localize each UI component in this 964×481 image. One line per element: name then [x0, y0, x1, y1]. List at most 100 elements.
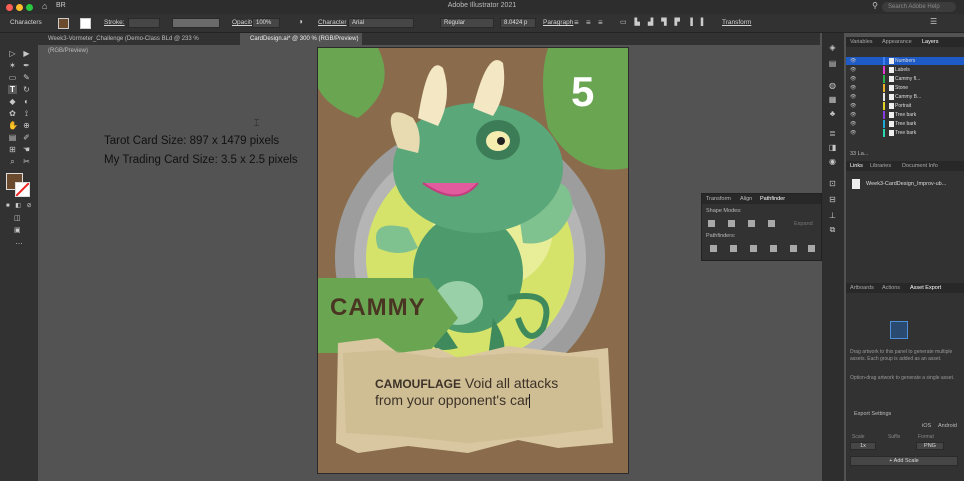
shape-builder-tool-icon[interactable]: ⊕	[22, 121, 31, 130]
tab-asset-export[interactable]: Asset Export	[910, 285, 941, 291]
recolor-icon[interactable]: ◑	[298, 17, 303, 26]
symbols-panel-icon[interactable]: ⊡	[828, 179, 837, 188]
pencil-tool-icon[interactable]: ✎	[22, 73, 31, 82]
swatches-panel-icon[interactable]: ▦	[828, 95, 837, 104]
eyedropper-tool-icon[interactable]: ✐	[22, 133, 31, 142]
transform-panel-icon[interactable]: ⧉	[828, 225, 837, 234]
tab-libraries[interactable]: Libraries	[870, 163, 891, 169]
transform-link[interactable]: Transform	[722, 19, 751, 26]
layer-row[interactable]: 👁 Stone	[846, 84, 964, 92]
stroke-panel-icon[interactable]: ≣	[828, 129, 837, 138]
warp-tool-icon[interactable]: ✋	[8, 121, 18, 130]
appearance-panel-icon[interactable]: ◉	[828, 157, 837, 166]
align-left-icon[interactable]: ≡	[574, 18, 579, 27]
shaper-tool-icon[interactable]: ◆	[8, 97, 17, 106]
stroke-color-swatch[interactable]	[15, 182, 30, 197]
tab-variables[interactable]: Variables	[850, 39, 873, 45]
merge-icon[interactable]	[750, 245, 757, 252]
crop-icon[interactable]	[770, 245, 777, 252]
tab-transform[interactable]: Transform	[706, 196, 731, 202]
canvas-note-tarot-size[interactable]: Tarot Card Size: 897 x 1479 pixels	[104, 135, 279, 147]
slice-tool-icon[interactable]: ✂	[22, 157, 31, 166]
fill-swatch[interactable]	[58, 18, 69, 29]
hand-tool-icon[interactable]: ☚	[22, 145, 31, 154]
properties-panel-icon[interactable]: ◈	[828, 43, 837, 52]
canvas-note-trading-size[interactable]: My Trading Card Size: 3.5 x 2.5 pixels	[104, 154, 298, 166]
expand-button[interactable]: Expand	[794, 221, 813, 227]
gradient-tool-icon[interactable]: ▤	[8, 133, 17, 142]
tab-align[interactable]: Align	[740, 196, 752, 202]
tab-artboards[interactable]: Artboards	[850, 285, 874, 291]
variable-width-field[interactable]	[172, 18, 220, 28]
exclude-icon[interactable]	[768, 220, 775, 227]
brushes-panel-icon[interactable]: ♣	[828, 109, 837, 118]
outline-icon[interactable]	[790, 245, 797, 252]
pen-tool-icon[interactable]: ✒	[22, 61, 31, 70]
tab-links[interactable]: Links	[850, 163, 863, 169]
tab-appearance[interactable]: Appearance	[882, 39, 912, 45]
libraries-panel-icon[interactable]: ▤	[828, 59, 837, 68]
artboard-card[interactable]: 5 CAMMY CAMOUFLAGE Void all attacks from…	[317, 47, 629, 474]
align-center-icon[interactable]: ≡	[586, 18, 591, 27]
eraser-tool-icon[interactable]: ◐	[22, 97, 31, 106]
stroke-swatch[interactable]	[80, 18, 91, 29]
tab-layers[interactable]: Layers	[922, 39, 939, 45]
scale-select[interactable]: 1x	[850, 442, 876, 450]
layer-row[interactable]: 👁 Cammy fl...	[846, 75, 964, 83]
tab-actions[interactable]: Actions	[882, 285, 900, 291]
graphic-styles-icon[interactable]: ⊟	[828, 195, 837, 204]
gradient-panel-icon[interactable]: ◨	[828, 143, 837, 152]
ios-option[interactable]: iOS	[922, 423, 931, 429]
minus-front-icon[interactable]	[728, 220, 735, 227]
card-name[interactable]: CAMMY	[330, 294, 426, 322]
stroke-weight-field[interactable]	[128, 18, 160, 28]
zoom-tool-icon[interactable]: ⌕	[8, 157, 17, 166]
direct-selection-tool-icon[interactable]: ▶	[22, 49, 31, 58]
tab-document-info[interactable]: Document Info	[902, 163, 938, 169]
opacity-field[interactable]: 100%	[252, 18, 280, 28]
tab-card-design[interactable]: CardDesign.ai* @ 300 % (RGB/Preview)	[240, 33, 362, 45]
minus-back-icon[interactable]	[808, 245, 815, 252]
selection-tool-icon[interactable]: ▷	[8, 49, 17, 58]
color-panel-icon[interactable]: ◍	[828, 81, 837, 90]
layer-row[interactable]: 👁 Labels	[846, 66, 964, 74]
paragraph-link[interactable]: Paragraph	[543, 19, 573, 26]
align-objects-icons[interactable]: ▭ ▙ ▟ ▜ ▛ ▐ ▌	[620, 18, 709, 26]
type-tool-icon[interactable]: T	[8, 85, 17, 94]
font-family-field[interactable]: Arial	[348, 18, 414, 28]
add-scale-button[interactable]: + Add Scale	[850, 456, 958, 466]
blob-brush-tool-icon[interactable]: ✿	[8, 109, 17, 118]
format-select[interactable]: PNG	[916, 442, 944, 450]
layer-row[interactable]: 👁 Tree bark	[846, 111, 964, 119]
align-panel-icon[interactable]: ⊥	[828, 211, 837, 220]
trim-icon[interactable]	[730, 245, 737, 252]
android-option[interactable]: Android	[938, 423, 957, 429]
search-help-input[interactable]: Search Adobe Help	[882, 2, 956, 12]
align-right-icon[interactable]: ≡	[598, 18, 603, 27]
more-tools-icon[interactable]: …	[15, 237, 23, 246]
drawing-mode-icon[interactable]: ◫	[14, 214, 21, 222]
linked-file-name[interactable]: Week3-CardDesign_Improv-ub...	[866, 181, 946, 187]
divide-icon[interactable]	[710, 245, 717, 252]
font-size-field[interactable]: 8.0424 p	[500, 18, 536, 28]
magic-wand-tool-icon[interactable]: ✶	[8, 61, 17, 70]
layer-row[interactable]: 👁 Numbers	[846, 57, 964, 65]
layer-row[interactable]: 👁 Tree bark	[846, 129, 964, 137]
color-mode-icons[interactable]: ■ ◧ ⊘	[6, 202, 34, 209]
rotate-tool-icon[interactable]: ↻	[22, 85, 31, 94]
rectangle-tool-icon[interactable]: ▭	[8, 73, 17, 82]
arrange-icon[interactable]: ☰	[930, 17, 937, 26]
layer-row[interactable]: 👁 Portrait	[846, 102, 964, 110]
layer-row[interactable]: 👁 Tree bark	[846, 120, 964, 128]
tab-week3-document[interactable]: Week3-Vormeter_Challenge (Demo-Class BLd…	[38, 33, 240, 54]
ability-text-box[interactable]: CAMOUFLAGE Void all attacks from your op…	[375, 375, 615, 409]
layer-row[interactable]: 👁 Cammy B...	[846, 93, 964, 101]
width-tool-icon[interactable]: ⟟	[22, 109, 31, 118]
unite-icon[interactable]	[708, 220, 715, 227]
search-icon[interactable]: ⚲	[872, 1, 878, 10]
export-settings-label[interactable]: Export Settings	[854, 411, 891, 417]
screen-mode-icon[interactable]: ▣	[14, 226, 21, 234]
character-link[interactable]: Character	[318, 19, 347, 26]
font-style-field[interactable]: Regular	[440, 18, 494, 28]
tab-pathfinder[interactable]: Pathfinder	[760, 196, 785, 202]
